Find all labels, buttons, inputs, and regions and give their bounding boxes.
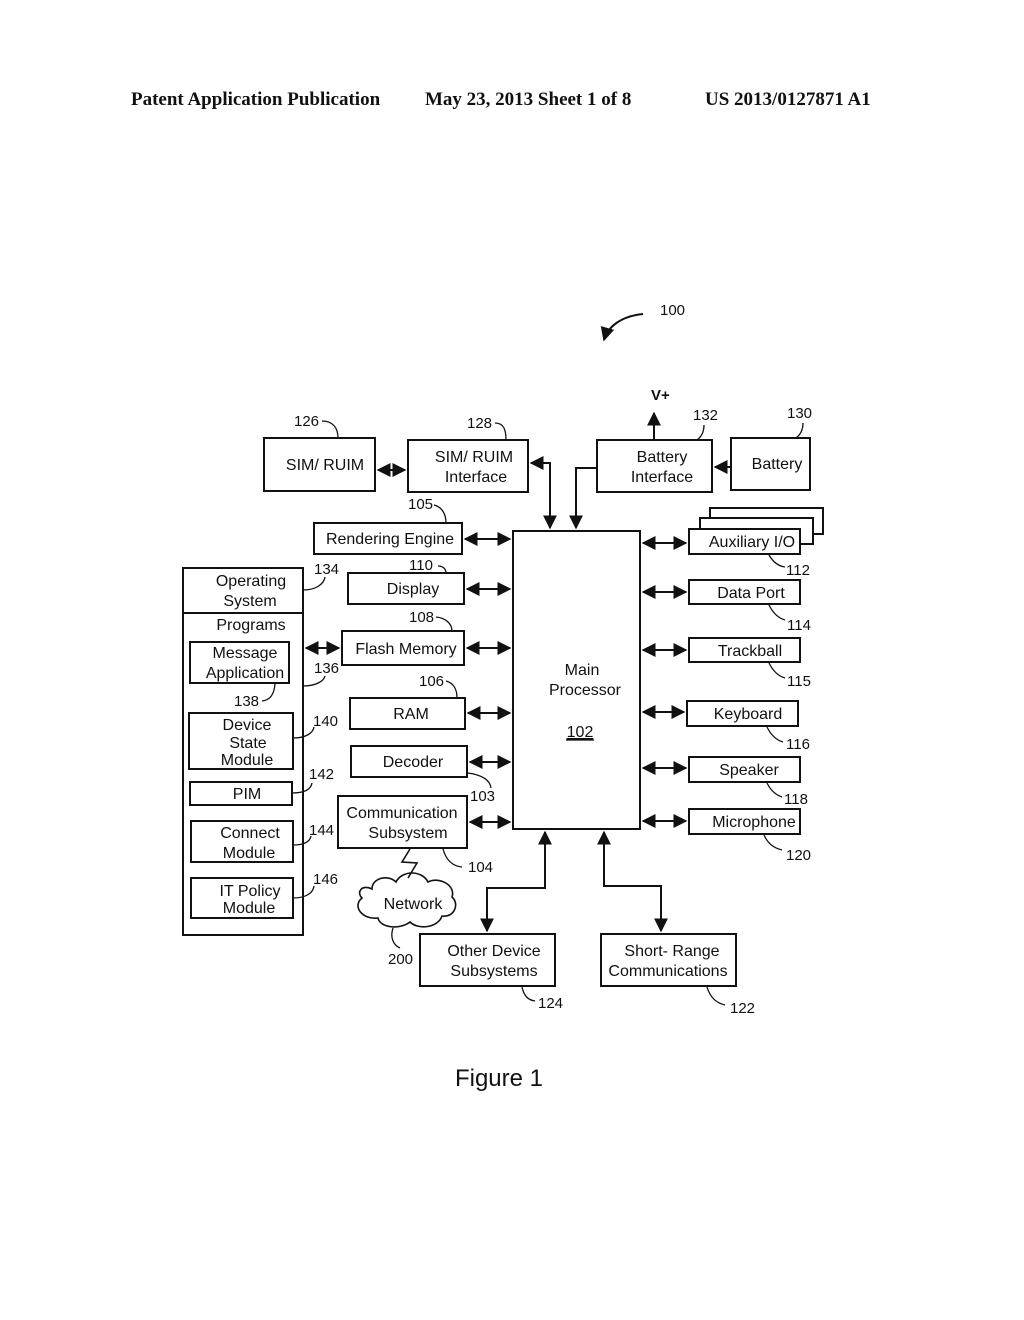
it-policy-label-1: IT Policy	[219, 883, 280, 900]
vplus-label: V+	[651, 387, 670, 404]
message-app-label-2: Application	[206, 665, 284, 682]
battery-interface-label-2: Interface	[631, 469, 693, 486]
battery-label: Battery	[752, 456, 803, 473]
sim-ruim-ref: 126	[294, 413, 319, 430]
speaker-label: Speaker	[719, 762, 779, 779]
microphone-label: Microphone	[712, 814, 796, 831]
operating-system-label-1: Operating	[216, 573, 286, 590]
pim-label: PIM	[233, 786, 261, 803]
short-range-label-2: Communications	[608, 963, 727, 980]
data-port-label: Data Port	[717, 585, 785, 602]
microphone-block: Microphone 120	[688, 808, 811, 864]
it-policy-module-block: IT Policy Module 146	[190, 871, 338, 919]
speaker-ref: 118	[784, 791, 808, 808]
device-state-label-3: Module	[221, 752, 274, 769]
rendering-engine-block: Rendering Engine 105	[313, 496, 463, 555]
sim-ruim-interface-block: SIM/ RUIM Interface 128	[407, 415, 529, 493]
main-processor: Main Processor 102	[512, 530, 641, 830]
block-diagram: 100 Main Processor 102 SIM/ RUIM 126 SIM…	[182, 302, 824, 1092]
ram-block: RAM 106	[349, 673, 466, 730]
ram-label: RAM	[393, 706, 429, 723]
microphone-ref: 120	[786, 847, 811, 864]
message-app-ref: 138	[234, 693, 259, 710]
data-port-ref: 114	[787, 617, 811, 634]
flash-memory-label: Flash Memory	[355, 641, 456, 658]
programs-ref: 136	[314, 660, 339, 677]
comm-subsystem-label-1: Communication	[346, 805, 457, 822]
connect-module-block: Connect Module 144	[190, 820, 334, 863]
battery-block: Battery 130	[730, 405, 812, 491]
figure-ref-label: 100	[660, 302, 685, 319]
it-policy-label-2: Module	[223, 900, 276, 917]
operating-system-ref: 134	[314, 561, 339, 578]
battery-ref: 130	[787, 405, 812, 422]
display-block: Display 110	[347, 557, 465, 605]
sim-ruim-interface-ref: 128	[467, 415, 492, 432]
sim-ruim-interface-label-2: Interface	[445, 469, 507, 486]
other-device-label-2: Subsystems	[450, 963, 537, 980]
network-label: Network	[384, 896, 444, 913]
short-range-label-1: Short- Range	[624, 943, 719, 960]
short-range-communications-block: Short- Range Communications 122	[600, 933, 755, 1017]
sim-ruim-interface-label-1: SIM/ RUIM	[435, 449, 513, 466]
connect-module-label-1: Connect	[220, 825, 280, 842]
other-device-ref: 124	[538, 995, 563, 1012]
sim-ruim-label: SIM/ RUIM	[286, 457, 364, 474]
network-ref: 200	[388, 951, 413, 968]
device-state-label-1: Device	[223, 717, 272, 734]
other-device-subsystems-block: Other Device Subsystems 124	[419, 933, 563, 1012]
rendering-engine-ref: 105	[408, 496, 433, 513]
keyboard-ref: 116	[786, 736, 810, 753]
rendering-engine-label: Rendering Engine	[326, 531, 454, 548]
sim-ruim-block: SIM/ RUIM 126	[263, 413, 376, 492]
device-state-label-2: State	[229, 735, 266, 752]
display-label: Display	[387, 581, 439, 598]
other-device-label-1: Other Device	[447, 943, 540, 960]
decoder-ref: 103	[470, 788, 495, 805]
message-app-label-1: Message	[213, 645, 278, 662]
software-stack: Operating System 134 Programs 136 Messag…	[182, 561, 339, 936]
auxiliary-io-label: Auxiliary I/O	[709, 534, 795, 551]
connect-module-label-2: Module	[223, 845, 276, 862]
operating-system-label-2: System	[223, 593, 276, 610]
comm-subsystem-label-2: Subsystem	[368, 825, 447, 842]
main-processor-label-2: Processor	[549, 682, 622, 699]
figure-ref-100: 100	[600, 302, 685, 342]
it-policy-ref: 146	[313, 871, 338, 888]
battery-interface-to-processor-arrow	[569, 467, 597, 530]
programs-label: Programs	[216, 617, 285, 634]
auxiliary-io-ref: 112	[786, 562, 810, 579]
short-range-ref: 122	[730, 1000, 755, 1017]
trackball-block: Trackball 115	[688, 637, 811, 690]
auxiliary-io-block: Auxiliary I/O 112	[688, 507, 824, 579]
decoder-label: Decoder	[383, 754, 444, 771]
data-port-block: Data Port 114	[688, 579, 811, 634]
battery-interface-block: Battery Interface 132	[596, 407, 718, 493]
battery-interface-label-1: Battery	[637, 449, 688, 466]
device-state-module-block: Device State Module 140	[188, 712, 338, 770]
main-processor-label-1: Main	[565, 662, 600, 679]
ram-ref: 106	[419, 673, 444, 690]
main-processor-ref: 102	[567, 724, 594, 741]
trackball-label: Trackball	[718, 643, 782, 660]
flash-memory-block: Flash Memory 108	[341, 609, 465, 666]
battery-interface-ref: 132	[693, 407, 718, 424]
speaker-block: Speaker 118	[688, 756, 808, 808]
keyboard-block: Keyboard 116	[686, 700, 810, 753]
trackball-ref: 115	[787, 673, 811, 690]
display-ref: 110	[409, 557, 433, 574]
interface-to-processor-arrow	[529, 456, 557, 530]
other-device-arrow	[480, 830, 552, 933]
figure-caption: Figure 1	[455, 1065, 543, 1092]
short-range-arrow	[597, 830, 668, 933]
flash-memory-ref: 108	[409, 609, 434, 626]
figure-pointer-arrow	[600, 313, 644, 342]
keyboard-label: Keyboard	[714, 706, 783, 723]
connect-module-ref: 144	[309, 822, 334, 839]
device-state-ref: 140	[313, 713, 338, 730]
comm-subsystem-ref: 104	[468, 859, 493, 876]
pim-ref: 142	[309, 766, 334, 783]
